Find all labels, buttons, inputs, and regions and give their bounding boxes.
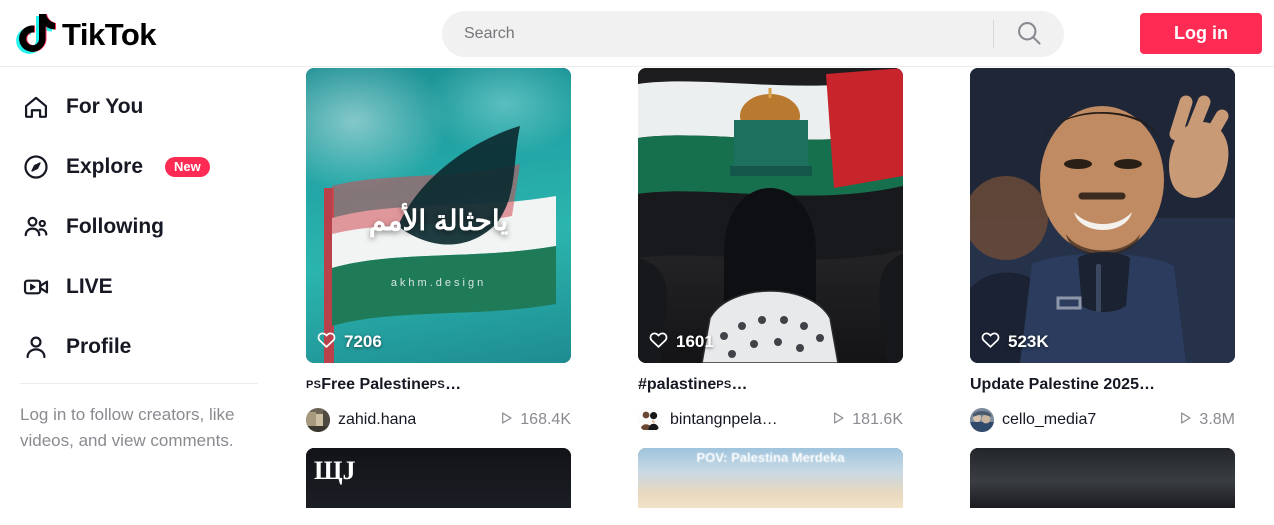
flag-suffix: PS xyxy=(429,379,446,391)
video-card[interactable] xyxy=(970,448,1235,508)
sidebar-item-following[interactable]: Following xyxy=(8,203,270,251)
like-count: 523K xyxy=(980,329,1049,355)
video-meta: bintangnpela… 181.6K xyxy=(638,408,903,432)
like-count-value: 523K xyxy=(1008,332,1049,351)
play-icon xyxy=(830,410,846,431)
tiktok-logo[interactable]: TikTok xyxy=(12,10,157,58)
view-count-value: 3.8M xyxy=(1199,411,1235,428)
play-icon xyxy=(498,410,514,431)
video-thumbnail[interactable]: 523K xyxy=(970,68,1235,363)
sidebar-item-label: Following xyxy=(66,215,164,238)
like-count: 1601 xyxy=(648,329,714,355)
sidebar-item-label: LIVE xyxy=(66,275,113,298)
flag-suffix: PS xyxy=(716,379,732,391)
video-card[interactable]: POV: Palestina Merdeka xyxy=(638,448,903,508)
video-thumbnail[interactable]: ЩJ xyxy=(306,448,571,508)
video-feed: ياحثالة الأمم akhm.design 7206 PSFree Pa… xyxy=(278,67,1274,525)
caption-main: #palastine xyxy=(638,376,717,393)
avatar[interactable] xyxy=(970,408,994,432)
video-caption: #palastinePS… xyxy=(638,374,903,396)
video-thumbnail[interactable]: 1601 xyxy=(638,68,903,363)
explore-new-badge: New xyxy=(165,157,210,177)
view-count-value: 168.4K xyxy=(520,411,571,428)
video-card[interactable]: 1601 #palastinePS… bintangnpela… 181.6K xyxy=(638,68,903,432)
author-name[interactable]: bintangnpela… xyxy=(670,411,778,429)
author-name[interactable]: zahid.hana xyxy=(338,411,416,429)
caption-ellipsis: … xyxy=(445,376,462,393)
video-grid: ياحثالة الأمم akhm.design 7206 PSFree Pa… xyxy=(306,67,1246,508)
dome-flag-illustration xyxy=(638,68,903,363)
compass-icon xyxy=(20,151,52,183)
sidebar-item-explore[interactable]: Explore New xyxy=(8,143,270,191)
sidebar-item-label: Profile xyxy=(66,335,132,358)
search-icon xyxy=(1015,19,1043,50)
flag-prefix: PS xyxy=(306,379,322,391)
video-card[interactable]: ياحثالة الأمم akhm.design 7206 PSFree Pa… xyxy=(306,68,571,432)
heart-icon xyxy=(648,329,669,355)
thumbnail-watermark: akhm.design xyxy=(390,277,487,290)
like-count-value: 1601 xyxy=(676,332,714,351)
tiktok-wordmark: TikTok xyxy=(62,16,157,52)
live-video-icon xyxy=(20,271,52,303)
person-icon xyxy=(20,331,52,363)
video-thumbnail[interactable]: ياحثالة الأمم akhm.design 7206 xyxy=(306,68,571,363)
video-meta: zahid.hana 168.4K xyxy=(306,408,571,432)
left-sidebar: For You Explore New Following LIVE Profi… xyxy=(0,67,278,525)
view-count: 168.4K xyxy=(498,410,571,431)
view-count: 3.8M xyxy=(1177,410,1235,431)
view-count-value: 181.6K xyxy=(852,411,903,428)
sidebar-item-for-you[interactable]: For You xyxy=(8,83,270,131)
thumbnail-overlay-text: POV: Palestina Merdeka xyxy=(696,450,845,465)
play-icon xyxy=(1177,410,1193,431)
people-icon xyxy=(20,211,52,243)
caption-ellipsis: … xyxy=(731,376,748,393)
video-card[interactable]: ЩJ xyxy=(306,448,571,508)
sidebar-item-label: Explore xyxy=(66,155,144,178)
thumbnail-overlay-text: ياحثالة الأمم xyxy=(368,204,509,236)
avatar[interactable] xyxy=(306,408,330,432)
caption-ellipsis: … xyxy=(1138,376,1155,393)
search-bar[interactable] xyxy=(442,11,1064,57)
caption-main: Update Palestine 2025 xyxy=(970,376,1139,393)
video-caption: PSFree PalestinePS… xyxy=(306,374,571,396)
video-meta: cello_media7 3.8M xyxy=(970,408,1235,432)
tiktok-note-icon xyxy=(12,10,56,58)
search-input[interactable] xyxy=(442,25,993,43)
video-caption: Update Palestine 2025… xyxy=(970,374,1235,396)
like-count-value: 7206 xyxy=(344,332,382,351)
heart-icon xyxy=(980,329,1001,355)
top-header: TikTok Log in xyxy=(0,0,1274,67)
thumbnail-overlay-glyph: ЩJ xyxy=(314,456,356,485)
person-photo-illustration xyxy=(970,68,1235,363)
sidebar-divider xyxy=(20,383,258,384)
video-thumbnail[interactable]: POV: Palestina Merdeka xyxy=(638,448,903,508)
home-icon xyxy=(20,91,52,123)
sidebar-item-live[interactable]: LIVE xyxy=(8,263,270,311)
sidebar-item-label: For You xyxy=(66,95,144,118)
thumbnail-art xyxy=(970,448,1235,508)
caption-main: Free Palestine xyxy=(321,376,430,393)
sidebar-item-profile[interactable]: Profile xyxy=(8,323,270,371)
like-count: 7206 xyxy=(316,329,382,355)
author-name[interactable]: cello_media7 xyxy=(1002,411,1096,429)
login-button[interactable]: Log in xyxy=(1140,13,1262,54)
search-button[interactable] xyxy=(994,11,1064,57)
heart-icon xyxy=(316,329,337,355)
video-thumbnail[interactable] xyxy=(970,448,1235,508)
video-card[interactable]: 523K Update Palestine 2025… cello_media7 xyxy=(970,68,1235,432)
login-prompt-text: Log in to follow creators, like videos, … xyxy=(20,405,235,450)
avatar[interactable] xyxy=(638,408,662,432)
view-count: 181.6K xyxy=(830,410,903,431)
